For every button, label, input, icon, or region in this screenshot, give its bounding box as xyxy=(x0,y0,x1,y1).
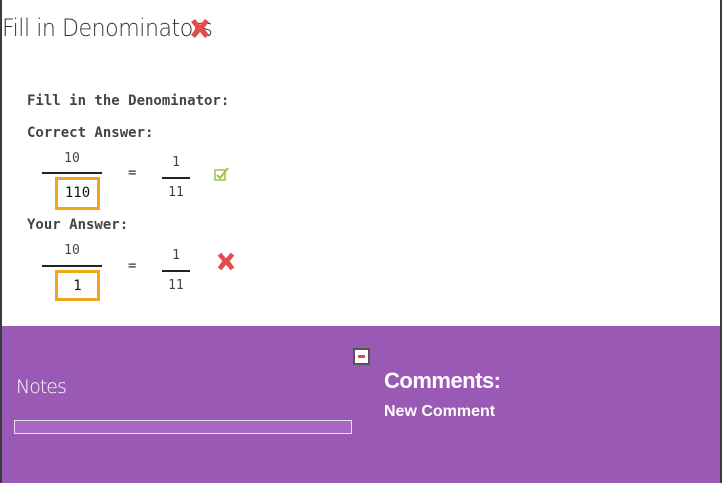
fraction-bar xyxy=(162,177,190,179)
checkmark-icon xyxy=(214,167,229,181)
fraction-bar xyxy=(162,270,190,272)
notes-input[interactable] xyxy=(14,420,352,434)
correct-left-denominator-box: 110 xyxy=(55,177,100,210)
your-answer-label: Your Answer: xyxy=(27,217,129,233)
close-x-icon[interactable] xyxy=(187,16,213,42)
minus-icon xyxy=(358,355,365,358)
your-right-denominator: 11 xyxy=(168,278,184,293)
page-title: Fill in Denominators xyxy=(2,14,213,42)
new-comment-link[interactable]: New Comment xyxy=(384,403,495,421)
your-right-numerator: 1 xyxy=(172,248,180,263)
equals-sign: = xyxy=(128,165,137,181)
your-denominator-input[interactable]: 1 xyxy=(55,270,100,301)
wrong-x-icon xyxy=(217,252,235,271)
correct-left-numerator: 10 xyxy=(64,151,80,166)
notes-label: Notes xyxy=(16,376,67,398)
correct-right-denominator: 11 xyxy=(168,185,184,200)
your-left-numerator: 10 xyxy=(64,243,80,258)
collapse-button[interactable] xyxy=(353,348,370,365)
fraction-bar xyxy=(42,265,102,267)
question-prompt: Fill in the Denominator: xyxy=(27,93,230,109)
fraction-bar xyxy=(42,172,102,174)
notes-comments-panel: Notes Comments: New Comment xyxy=(2,326,720,483)
correct-answer-label: Correct Answer: xyxy=(27,125,154,141)
equals-sign: = xyxy=(128,258,137,274)
correct-right-numerator: 1 xyxy=(172,155,180,170)
comments-title: Comments: xyxy=(384,368,501,393)
